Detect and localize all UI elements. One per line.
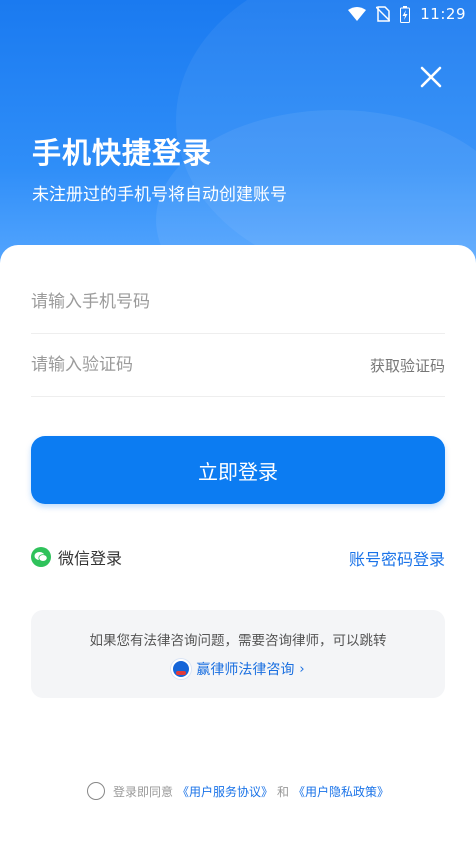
agreement-conjunction: 和 xyxy=(277,784,290,799)
page-subtitle: 未注册过的手机号将自动创建账号 xyxy=(32,185,287,205)
close-icon xyxy=(420,66,442,92)
no-sim-icon xyxy=(376,6,391,22)
page-title: 手机快捷登录 xyxy=(32,136,213,170)
password-login-link[interactable]: 账号密码登录 xyxy=(349,546,445,570)
phone-input[interactable] xyxy=(31,292,311,312)
lawyer-consult-label: 赢律师法律咨询 xyxy=(196,662,295,678)
wifi-icon xyxy=(348,7,367,21)
login-button[interactable]: 立即登录 xyxy=(31,436,445,504)
chevron-right-icon: › xyxy=(299,661,305,677)
lawyer-app-logo-icon xyxy=(171,659,192,679)
close-button[interactable] xyxy=(416,64,446,94)
lawyer-consult-link[interactable]: 赢律师法律咨询 › xyxy=(31,659,445,679)
wechat-login-label: 微信登录 xyxy=(58,549,123,568)
wechat-login-button[interactable]: 微信登录 xyxy=(31,545,122,569)
lawyer-promo-box: 如果您有法律咨询问题，需要咨询律师，可以跳转 赢律师法律咨询 › xyxy=(31,610,445,698)
privacy-policy-link[interactable]: 《用户隐私政策》 xyxy=(293,783,389,800)
status-time: 11:29 xyxy=(420,5,466,23)
user-service-agreement-link[interactable]: 《用户服务协议》 xyxy=(177,783,273,800)
wechat-icon xyxy=(31,547,51,567)
battery-charging-icon xyxy=(400,5,411,23)
get-code-button[interactable]: 获取验证码 xyxy=(370,355,445,376)
code-field: 获取验证码 xyxy=(31,334,445,397)
promo-text: 如果您有法律咨询问题，需要咨询律师，可以跳转 xyxy=(89,633,387,649)
verification-code-input[interactable] xyxy=(31,355,311,375)
agreement-row: 登录即同意 《用户服务协议》 和 《用户隐私政策》 xyxy=(0,782,476,800)
agreement-prefix: 登录即同意 xyxy=(112,784,173,799)
phone-field xyxy=(31,271,445,334)
agreement-radio[interactable] xyxy=(86,782,105,800)
status-bar: 11:29 xyxy=(0,0,476,28)
